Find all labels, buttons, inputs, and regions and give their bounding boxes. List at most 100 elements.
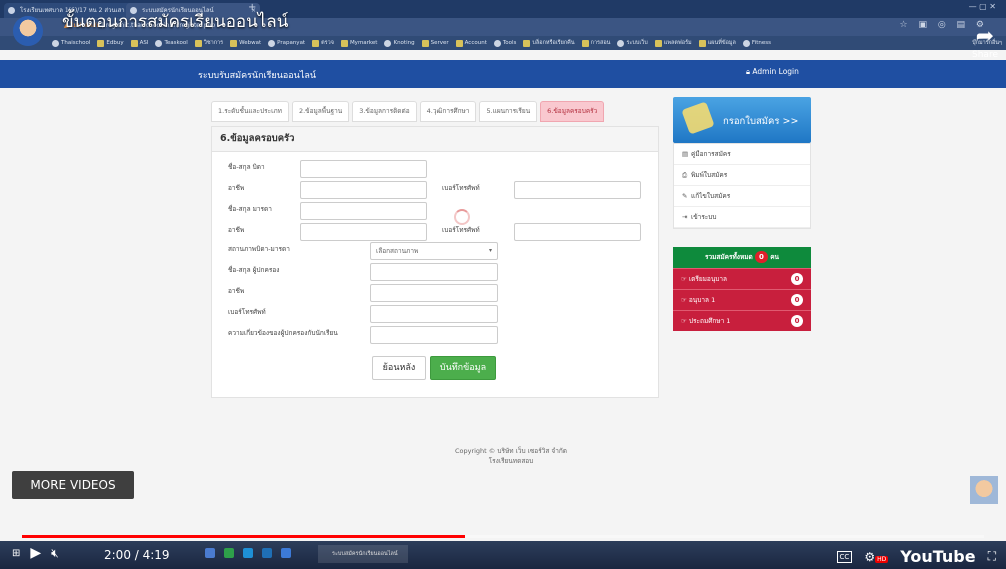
bookmark-item[interactable]: Fitness: [742, 39, 771, 47]
bookmark-item[interactable]: วิชาการ: [194, 39, 223, 47]
sidebar-item-label: แก้ไขใบสมัคร: [691, 192, 731, 200]
step-tabs: 1.ระดับชั้นและประเภท 2.ข้อมูลพื้นฐาน 3.ข…: [211, 101, 605, 122]
guardian-name-input[interactable]: [370, 263, 498, 281]
channel-avatar[interactable]: [13, 16, 43, 46]
settings-icon[interactable]: ⚙ HD: [864, 550, 889, 564]
youtube-logo[interactable]: YouTube: [900, 547, 975, 566]
folder-icon: [698, 39, 706, 47]
mother-phone-input[interactable]: [514, 223, 641, 241]
guardian-job-input[interactable]: [370, 284, 498, 302]
folder-icon: [340, 39, 348, 47]
form-icon: [681, 101, 715, 135]
tab-step-3[interactable]: 3.ข้อมูลการติดต่อ: [352, 101, 417, 122]
admin-login-link[interactable]: 🔒︎ Admin Login: [746, 67, 799, 77]
folder-icon: [194, 39, 202, 47]
bookmark-item[interactable]: Teaskool: [155, 39, 188, 47]
sidebar-item-edit[interactable]: ✎ แก้ไขใบสมัคร: [674, 186, 810, 207]
apply-banner-button[interactable]: กรอกใบสมัคร >>: [673, 97, 811, 143]
bookmark-item[interactable]: Mymarket: [340, 39, 377, 47]
more-videos-button[interactable]: MORE VIDEOS: [12, 471, 134, 499]
video-time: 2:00 / 4:19: [104, 548, 170, 562]
bookmark-item[interactable]: Account: [455, 39, 487, 47]
guardian-relation-label: ความเกี่ยวข้องของผู้ปกครองกับนักเรียน: [228, 329, 338, 337]
bookmark-item[interactable]: ASI: [130, 39, 149, 47]
app-icon[interactable]: [243, 548, 253, 558]
bookmark-item[interactable]: ระบบเว็บ: [617, 39, 648, 47]
share-icon[interactable]: ➦: [976, 24, 994, 49]
taskbar-apps: [205, 548, 291, 558]
mother-name-label: ชื่อ-สกุล มารดา: [228, 205, 272, 213]
video-title[interactable]: ขั้นตอนการสมัครเรียนออนไลน์: [62, 8, 288, 35]
sidebar-item-login[interactable]: ⇥ เข้าระบบ: [674, 207, 810, 228]
bookmark-label: แพลตฟอร์ม: [663, 40, 692, 46]
guardian-relation-input[interactable]: [370, 326, 498, 344]
bookmark-label: บล็อกหรือเรียกคืน: [532, 40, 575, 46]
fullscreen-icon[interactable]: ⛶: [988, 549, 996, 564]
captions-icon[interactable]: CC: [836, 550, 853, 563]
sidebar: กรอกใบสมัคร >> ▤ คู่มือการสมัคร ⎙ พิมพ์ใบส…: [673, 97, 811, 331]
father-phone-label: เบอร์โทรศัพท์: [442, 184, 480, 192]
mother-job-input[interactable]: [300, 223, 427, 241]
bookmark-item[interactable]: Server: [421, 39, 449, 47]
tab-step-5[interactable]: 5.แผนการเรียน: [479, 101, 538, 122]
bookmark-item[interactable]: Thaischool: [52, 39, 90, 47]
guardian-name-label: ชื่อ-สกุล ผู้ปกครอง: [228, 266, 280, 274]
father-phone-input[interactable]: [514, 181, 641, 199]
bookmark-label: Prapanyat: [277, 40, 306, 46]
stat-row: ☞ อนุบาล 1 0: [673, 289, 811, 310]
save-button[interactable]: บันทึกข้อมูล: [430, 356, 496, 380]
family-form-panel: 6.ข้อมูลครอบครัว ชื่อ-สกุล บิดา อาชีพ เบ…: [211, 126, 659, 398]
app-icon[interactable]: [224, 548, 234, 558]
bookmark-item[interactable]: แผนที่ข้อมูล: [698, 39, 736, 47]
parents-status-select[interactable]: เลือกสถานภาพ ▾: [370, 242, 498, 260]
site-title[interactable]: ระบบรับสมัครนักเรียนออนไลน์: [198, 68, 316, 82]
app-icon[interactable]: [262, 548, 272, 558]
volume-icon[interactable]: 🔇︎: [51, 546, 59, 561]
sidebar-item-manual[interactable]: ▤ คู่มือการสมัคร: [674, 144, 810, 165]
windows-start-icon[interactable]: ⊞: [12, 548, 20, 559]
bookmark-item[interactable]: Webwat: [230, 39, 262, 47]
bookmark-label: Webwat: [239, 40, 262, 46]
app-icon[interactable]: [281, 548, 291, 558]
share-label[interactable]: Share: [972, 50, 998, 60]
bookmark-item[interactable]: แพลตฟอร์ม: [654, 39, 692, 47]
stat-count: 0: [791, 315, 803, 327]
bookmark-item[interactable]: Tools: [493, 39, 516, 47]
bookmark-item[interactable]: ตรวจ: [312, 39, 334, 47]
sidebar-item-label: คู่มือการสมัคร: [691, 150, 731, 158]
bookmark-label: ASI: [139, 40, 149, 46]
father-name-input[interactable]: [300, 160, 427, 178]
bookmark-item[interactable]: Edbuy: [97, 39, 124, 47]
mother-name-input[interactable]: [300, 202, 427, 220]
tab-step-6-active[interactable]: 6.ข้อมูลครอบครัว: [540, 101, 605, 122]
father-name-label: ชื่อ-สกุล บิดา: [228, 163, 265, 171]
stats-unit: คน: [770, 253, 779, 261]
tab-step-4[interactable]: 4.วุฒิการศึกษา: [419, 101, 477, 122]
app-icon[interactable]: [205, 548, 215, 558]
bookmark-item[interactable]: Prapanyat: [268, 39, 306, 47]
sidebar-item-print[interactable]: ⎙ พิมพ์ใบสมัคร: [674, 165, 810, 186]
guardian-phone-input[interactable]: [370, 305, 498, 323]
bookmark-item[interactable]: Knoting: [384, 39, 415, 47]
bookmark-item[interactable]: การสอน: [581, 39, 611, 47]
stats-header: รวมสมัครทั้งหมด 0 คน: [673, 247, 811, 268]
channel-watermark[interactable]: [970, 476, 998, 504]
bookmark-label: การสอน: [590, 40, 611, 46]
stat-label: เตรียมอนุบาล: [688, 275, 728, 283]
bookmark-item[interactable]: บล็อกหรือเรียกคืน: [523, 39, 575, 47]
globe-icon: [52, 39, 59, 47]
father-job-label: อาชีพ: [228, 184, 245, 192]
video-progress-played: [22, 535, 465, 538]
tab-step-2[interactable]: 2.ข้อมูลพื้นฐาน: [291, 101, 350, 122]
taskbar-window[interactable]: ระบบสมัครนักเรียนออนไลน์: [318, 545, 408, 563]
play-icon[interactable]: ▶: [30, 545, 41, 561]
bookmark-label: Fitness: [751, 40, 771, 46]
window-controls[interactable]: — ▢ ✕: [969, 2, 996, 11]
father-job-input[interactable]: [300, 181, 427, 199]
globe-icon: [493, 39, 501, 47]
tab-step-1[interactable]: 1.ระดับชั้นและประเภท: [211, 101, 289, 122]
globe-icon: [617, 39, 625, 47]
site-navbar: ระบบรับสมัครนักเรียนออนไลน์ 🔒︎ Admin Log…: [0, 60, 1006, 88]
back-button[interactable]: ย้อนหลัง: [372, 356, 426, 380]
video-progress-bar[interactable]: [22, 535, 984, 538]
